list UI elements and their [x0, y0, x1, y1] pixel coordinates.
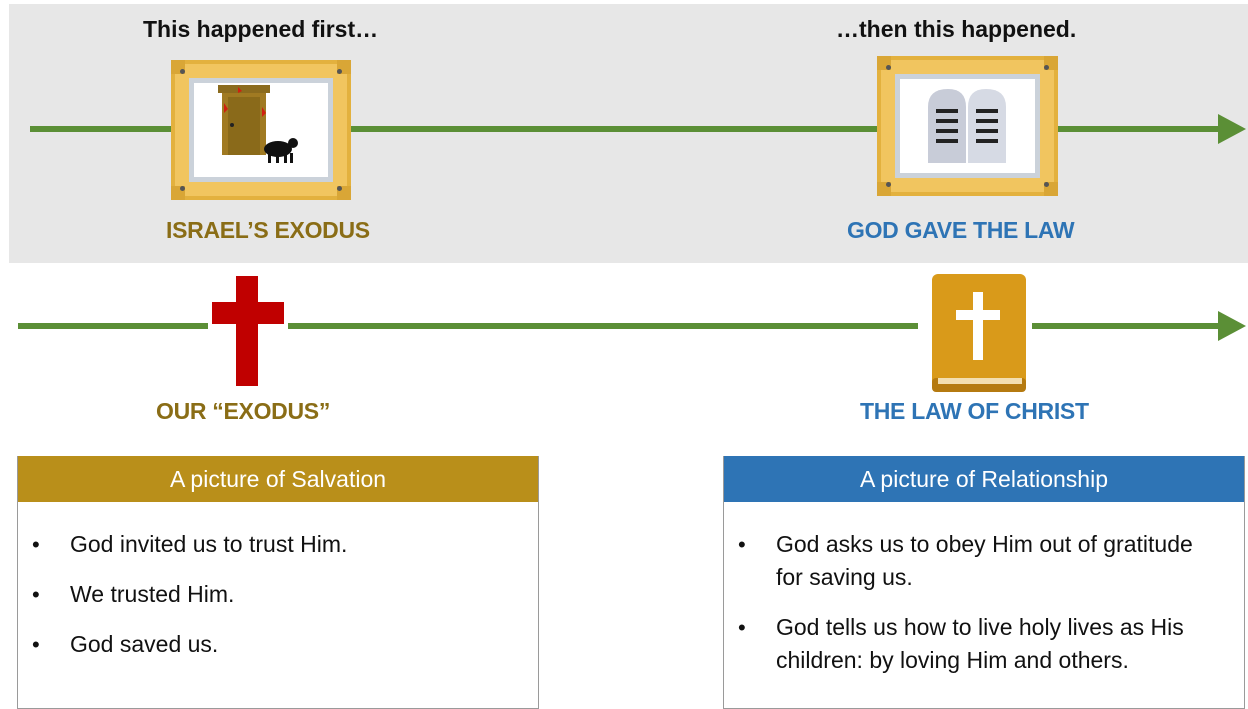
- relationship-card: A picture of Relationship God asks us to…: [723, 456, 1245, 709]
- bottom-timeline-line: [18, 323, 1222, 329]
- god-gave-the-law-label: GOD GAVE THE LAW: [847, 217, 1075, 243]
- our-exodus-label: OUR “EXODUS”: [156, 398, 331, 424]
- tablets-of-law-icon: [928, 89, 1006, 163]
- law-picture-frame: [877, 56, 1058, 196]
- bottom-timeline-arrowhead: [1218, 311, 1246, 341]
- relationship-card-header: A picture of Relationship: [724, 456, 1244, 502]
- salvation-bullet-2: We trusted Him.: [28, 578, 528, 611]
- first-event-heading: This happened first…: [143, 16, 379, 42]
- salvation-card: A picture of Salvation God invited us to…: [17, 456, 539, 709]
- passover-door-lamb-icon: [218, 85, 298, 163]
- bible-icon: [918, 274, 1032, 394]
- exodus-picture-frame: [171, 60, 351, 200]
- relationship-bullet-2: God tells us how to live holy lives as H…: [734, 611, 1204, 677]
- second-event-heading: …then this happened.: [836, 16, 1077, 42]
- relationship-bullet-1: God asks us to obey Him out of gratitude…: [734, 528, 1204, 594]
- salvation-card-header: A picture of Salvation: [18, 456, 538, 502]
- top-timeline-arrowhead: [1218, 114, 1246, 144]
- israels-exodus-label: ISRAEL’S EXODUS: [166, 217, 370, 243]
- cross-icon: [208, 276, 288, 388]
- salvation-bullet-3: God saved us.: [28, 628, 528, 661]
- salvation-bullet-1: God invited us to trust Him.: [28, 528, 528, 561]
- law-of-christ-label: THE LAW OF CHRIST: [860, 398, 1089, 424]
